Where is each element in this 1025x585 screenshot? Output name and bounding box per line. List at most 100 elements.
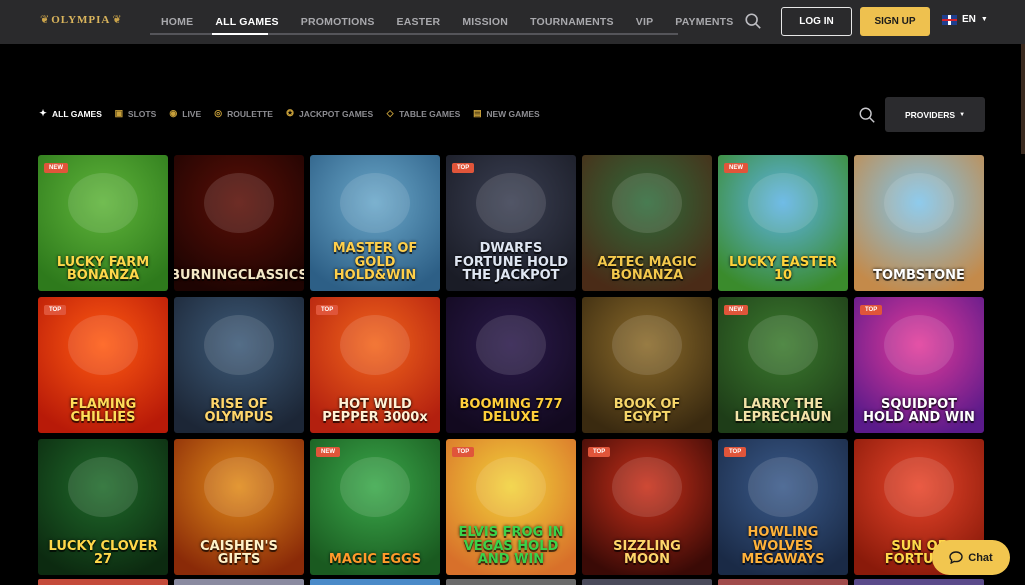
game-tile[interactable]: AZTEC MAGIC BONANZA <box>582 155 712 291</box>
game-artwork <box>884 173 954 233</box>
game-artwork <box>612 173 682 233</box>
game-tile[interactable]: RISE OF OLYMPUS <box>174 297 304 433</box>
category-all-games[interactable]: ✦ ALL GAMES <box>38 108 102 119</box>
game-artwork <box>884 315 954 375</box>
main-nav: HOME ALL GAMES PROMOTIONS EASTER MISSION TOUR… <box>150 0 740 44</box>
game-title: RISE OF OLYMPUS <box>204 396 274 426</box>
game-artwork <box>204 315 274 375</box>
game-tile[interactable]: BURNINGCLASSICS <box>174 155 304 291</box>
language-code: EN <box>962 14 976 25</box>
category-jackpot-games[interactable]: ✪ JACKPOT GAMES <box>285 108 373 119</box>
nav-item-promotions[interactable]: PROMOTIONS <box>301 16 375 28</box>
game-tile[interactable]: TOP DWARFS FORTUNE HOLD THE JACKPOT <box>446 155 576 291</box>
live-icon: ◉ <box>169 108 178 118</box>
game-tile[interactable]: TOP SQUIDPOT HOLD AND WIN <box>854 297 984 433</box>
game-badge: NEW <box>724 305 748 315</box>
signup-button[interactable]: SIGN UP <box>860 7 930 36</box>
game-tile[interactable]: NEW LUCKY EASTER 10 <box>718 155 848 291</box>
chat-button[interactable]: Chat <box>932 540 1010 575</box>
game-tile[interactable]: CAISHEN'S GIFTS <box>174 439 304 575</box>
nav-item-payments[interactable]: PAYMENTS <box>675 16 733 28</box>
olympia-logo[interactable]: ❦ OLYMPIA ❦ <box>40 13 122 27</box>
game-tile[interactable]: TOP HOT WILD PEPPER 3000x <box>310 297 440 433</box>
game-title: MAGIC EGGS <box>328 552 422 568</box>
nav-active-indicator <box>212 33 268 35</box>
roulette-icon: ◎ <box>214 108 223 118</box>
game-badge: TOP <box>44 305 67 315</box>
nav-item-mission[interactable]: MISSION <box>462 16 508 28</box>
page-scrollbar[interactable] <box>1021 44 1025 154</box>
category-filter-bar: ✦ ALL GAMES ▣ SLOTS ◉ LIVE ◎ ROULETTE ✪ JACKPOT G… <box>38 108 540 119</box>
game-tile[interactable]: NEW MAGIC EGGS <box>310 439 440 575</box>
chat-label: Chat <box>968 551 993 564</box>
game-artwork <box>204 173 274 233</box>
game-title: LUCKY CLOVER 27 <box>48 538 158 568</box>
laurel-left-icon: ❦ <box>40 14 50 26</box>
game-badge: TOP <box>316 305 339 315</box>
game-tile[interactable]: TOP SIZZLING MOON <box>582 439 712 575</box>
game-search-icon[interactable] <box>858 106 876 124</box>
game-artwork <box>748 457 818 517</box>
game-title: LUCKY EASTER 10 <box>729 254 837 284</box>
providers-dropdown[interactable]: PROVIDERS ▼ <box>885 97 985 132</box>
game-artwork <box>612 315 682 375</box>
slots-icon: ▣ <box>114 108 124 118</box>
nav-item-all-games[interactable]: ALL GAMES <box>215 16 278 28</box>
game-title: TOMBSTONE <box>873 268 965 284</box>
category-label: LIVE <box>182 108 202 119</box>
game-tile[interactable]: TOP FLAMING CHILLIES <box>38 297 168 433</box>
category-live[interactable]: ◉ LIVE <box>168 108 201 119</box>
game-title: BURNINGCLASSICS <box>174 268 304 284</box>
game-title: HOWLING WOLVES MEGAWAYS <box>741 525 825 568</box>
nav-item-vip[interactable]: VIP <box>636 16 654 28</box>
game-tile[interactable]: NEW LARRY THE LEPRECHAUN <box>718 297 848 433</box>
category-roulette[interactable]: ◎ ROULETTE <box>213 108 273 119</box>
game-artwork <box>68 457 138 517</box>
game-title: BOOK OF EGYPT <box>613 396 681 426</box>
game-title: BOOMING 777 DELUXE <box>459 396 563 426</box>
caret-down-icon: ▼ <box>959 111 966 118</box>
login-button[interactable]: LOG IN <box>781 7 852 36</box>
top-navigation-bar: ❦ OLYMPIA ❦ HOME ALL GAMES PROMOTIONS EASTE… <box>0 0 1025 44</box>
game-artwork <box>748 173 818 233</box>
game-artwork <box>204 457 274 517</box>
game-tile[interactable]: BOOMING 777 DELUXE <box>446 297 576 433</box>
category-label: ALL GAMES <box>52 108 102 119</box>
category-table-games[interactable]: ◇ TABLE GAMES <box>385 108 461 119</box>
nav-item-easter[interactable]: EASTER <box>397 16 441 28</box>
game-badge: TOP <box>588 447 611 457</box>
game-title: SQUIDPOT HOLD AND WIN <box>863 396 975 426</box>
game-tile[interactable]: TOP ELVIS FROG IN VEGAS HOLD AND WIN <box>446 439 576 575</box>
new-games-icon: ▤ <box>473 108 482 118</box>
search-icon[interactable] <box>744 12 762 30</box>
category-label: JACKPOT GAMES <box>298 108 374 119</box>
game-tile[interactable]: TOP HOWLING WOLVES MEGAWAYS <box>718 439 848 575</box>
game-badge: TOP <box>724 447 747 457</box>
game-artwork <box>340 315 410 375</box>
game-title: FLAMING CHILLIES <box>69 396 137 426</box>
game-tile[interactable]: LUCKY CLOVER 27 <box>38 439 168 575</box>
game-title: DWARFS FORTUNE HOLD THE JACKPOT <box>453 241 569 284</box>
language-selector[interactable]: EN ▼ <box>942 14 988 25</box>
game-title: MASTER OF GOLD HOLD&WIN <box>332 241 418 284</box>
game-artwork <box>476 173 546 233</box>
category-label: NEW GAMES <box>486 108 540 119</box>
chat-bubble-icon <box>949 551 963 564</box>
game-title: LUCKY FARM BONANZA <box>56 254 150 284</box>
jackpot-icon: ✪ <box>286 108 294 118</box>
nav-item-home[interactable]: HOME <box>161 16 193 28</box>
game-tile[interactable]: MASTER OF GOLD HOLD&WIN <box>310 155 440 291</box>
game-artwork <box>68 315 138 375</box>
game-artwork <box>748 315 818 375</box>
category-slots[interactable]: ▣ SLOTS <box>114 108 157 119</box>
game-badge: TOP <box>452 163 475 173</box>
game-tile[interactable]: NEW LUCKY FARM BONANZA <box>38 155 168 291</box>
game-badge: TOP <box>860 305 883 315</box>
category-new-games[interactable]: ▤ NEW GAMES <box>472 108 540 119</box>
category-label: ROULETTE <box>227 108 273 119</box>
game-artwork <box>476 457 546 517</box>
game-tile[interactable]: TOMBSTONE <box>854 155 984 291</box>
game-tile[interactable]: BOOK OF EGYPT <box>582 297 712 433</box>
nav-item-tournaments[interactable]: TOURNAMENTS <box>530 16 614 28</box>
category-label: SLOTS <box>127 108 157 119</box>
